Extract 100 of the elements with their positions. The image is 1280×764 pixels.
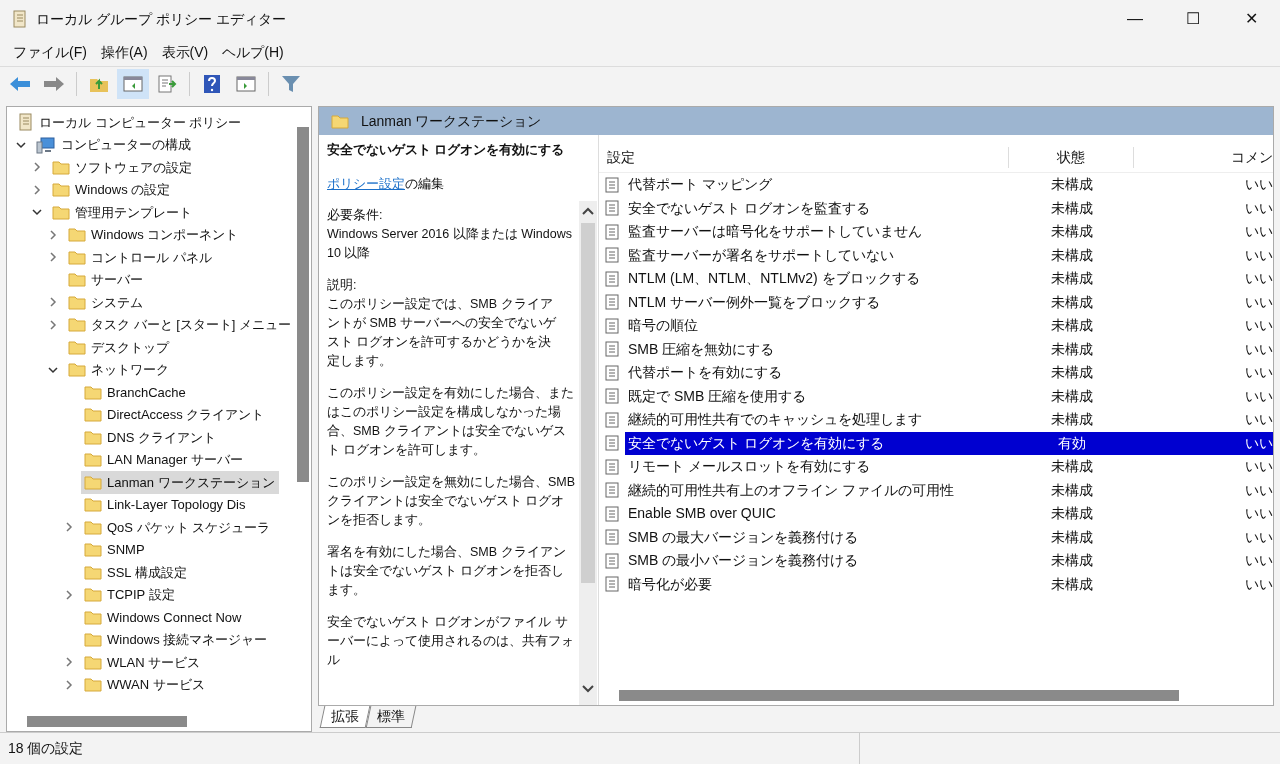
menu-item[interactable]: ヘルプ(H): [217, 41, 289, 63]
close-button[interactable]: ✕: [1222, 0, 1280, 38]
tree-item[interactable]: WWAN サービス: [81, 673, 209, 696]
policy-icon: [605, 341, 619, 358]
folder-icon: [84, 677, 102, 693]
column-header[interactable]: 状態: [1009, 147, 1134, 168]
table-row[interactable]: 既定で SMB 圧縮を使用する 未構成 いい: [625, 384, 1273, 408]
tree-item[interactable]: 管理用テンプレート: [49, 201, 196, 224]
table-cell-text: SMB の最大バージョンを義務付ける: [627, 527, 860, 547]
tree-item[interactable]: ソフトウェアの設定: [49, 156, 196, 179]
tree-item[interactable]: DNS クライアント: [81, 426, 221, 449]
scrollbar[interactable]: [27, 715, 187, 727]
tree-item[interactable]: サーバー: [65, 268, 147, 291]
column-header[interactable]: コメン: [1134, 147, 1273, 168]
tree-item[interactable]: コンピューターの構成: [33, 133, 195, 156]
policy-icon: [605, 317, 619, 334]
tree-item[interactable]: コントロール パネル: [65, 246, 216, 269]
pane-title: Lanman ワークステーション: [361, 111, 542, 131]
table-cell-text: 未構成: [1049, 504, 1094, 524]
table-row[interactable]: 監査サーバーが署名をサポートしていない 未構成 いい: [625, 243, 1273, 267]
menu-item[interactable]: 表示(V): [156, 41, 214, 63]
table-cell-text: 未構成: [1049, 410, 1094, 430]
table-row[interactable]: SMB 圧縮を無効にする 未構成 いい: [625, 337, 1273, 361]
tree-item[interactable]: DirectAccess クライアント: [81, 403, 269, 426]
scrollbar[interactable]: [581, 223, 595, 583]
policy-title: 安全でないゲスト ログオンを有効にする: [327, 141, 566, 159]
tree-item[interactable]: WLAN サービス: [81, 651, 205, 674]
table-cell-text: いい: [1244, 574, 1273, 594]
description-paragraph: このポリシー設定を無効にした場合、SMB クライアントは安全でないゲスト ログオンを拒否します。: [327, 474, 577, 530]
tree-item[interactable]: Windows の設定: [49, 178, 175, 201]
tree-item[interactable]: システム: [65, 291, 147, 314]
table-row[interactable]: 安全でないゲスト ログオンを監査する 未構成 いい: [625, 196, 1273, 220]
table-cell-text: 未構成: [1049, 339, 1094, 359]
tree-item[interactable]: BranchCache: [81, 381, 190, 404]
tree-item[interactable]: SNMP: [81, 538, 149, 561]
table-cell-text: NTLM サーバー例外一覧をブロックする: [627, 292, 881, 312]
folder-icon: [68, 317, 86, 333]
table-cell-text: 未構成: [1049, 457, 1094, 477]
table-cell-text: 既定で SMB 圧縮を使用する: [627, 386, 808, 406]
table-cell-text: 有効: [1056, 433, 1087, 453]
column-header[interactable]: 設定: [599, 147, 1009, 168]
table-cell-text: 継続的可用性共有でのキャッシュを処理します: [627, 410, 923, 430]
scrollbar[interactable]: [297, 127, 309, 482]
tree-item[interactable]: Link-Layer Topology Dis: [81, 493, 250, 516]
tree-item[interactable]: Windows Connect Now: [81, 606, 246, 629]
tree-item[interactable]: LAN Manager サーバー: [81, 448, 247, 471]
folder-icon: [84, 429, 102, 445]
table-cell-text: いい: [1244, 245, 1273, 265]
policy-icon: [605, 270, 619, 287]
table-row[interactable]: Enable SMB over QUIC 未構成 いい: [625, 502, 1273, 526]
table-cell-text: 代替ポートを有効にする: [627, 363, 783, 383]
tree-pane-icon[interactable]: [117, 68, 149, 99]
view-tab[interactable]: 標準: [365, 706, 417, 728]
minimize-button[interactable]: —: [1106, 0, 1164, 38]
policy-icon: [605, 364, 619, 381]
tree-item[interactable]: デスクトップ: [65, 336, 173, 359]
table-row[interactable]: NTLM (LM、NTLM、NTLMv2) をブロックする 未構成 いい: [625, 267, 1273, 291]
table-row[interactable]: 代替ポート マッピング 未構成 いい: [625, 173, 1273, 197]
tree-item[interactable]: Lanman ワークステーション: [81, 471, 279, 494]
tree-item[interactable]: SSL 構成設定: [81, 561, 191, 584]
table-row[interactable]: 代替ポートを有効にする 未構成 いい: [625, 361, 1273, 385]
table-row[interactable]: リモート メールスロットを有効にする 未構成 いい: [625, 455, 1273, 479]
table-cell-text: 継続的可用性共有上のオフライン ファイルの可用性: [627, 480, 955, 500]
scrollbar[interactable]: [619, 689, 1179, 701]
tree-item[interactable]: QoS パケット スケジューラ: [81, 516, 275, 539]
table-row[interactable]: SMB の最小バージョンを義務付ける 未構成 いい: [625, 549, 1273, 573]
maximize-button[interactable]: ☐: [1164, 0, 1222, 38]
table-cell-text: いい: [1244, 480, 1273, 500]
table-row[interactable]: 継続的可用性共有上のオフライン ファイルの可用性 未構成 いい: [625, 478, 1273, 502]
table-cell-text: 未構成: [1049, 222, 1094, 242]
folder-icon: [84, 474, 102, 490]
folder-icon: [52, 204, 70, 220]
tree-item[interactable]: Windows コンポーネント: [65, 223, 243, 246]
tree-item[interactable]: ネットワーク: [65, 358, 173, 381]
table-cell-text: SMB 圧縮を無効にする: [627, 339, 776, 359]
description-paragraph: 必要条件: Windows Server 2016 以降または Windows 10 以降: [327, 207, 573, 263]
table-row[interactable]: 継続的可用性共有でのキャッシュを処理します 未構成 いい: [625, 408, 1273, 432]
tree-item[interactable]: ローカル コンピューター ポリシー: [15, 111, 246, 134]
view-tab[interactable]: 拡張: [319, 706, 371, 728]
table-cell-text: 安全でないゲスト ログオンを有効にする: [627, 433, 885, 453]
table-row[interactable]: 監査サーバーは暗号化をサポートしていません 未構成 いい: [625, 220, 1273, 244]
table-cell-text: いい: [1244, 292, 1273, 312]
policy-icon: [605, 223, 619, 240]
folder-icon: [68, 362, 86, 378]
table-cell-text: 未構成: [1049, 551, 1094, 571]
table-row[interactable]: 暗号の順位 未構成 いい: [625, 314, 1273, 338]
menu-item[interactable]: ファイル(F): [8, 41, 92, 63]
folder-icon: [331, 113, 349, 129]
table-row[interactable]: SMB の最大バージョンを義務付ける 未構成 いい: [625, 525, 1273, 549]
table-row[interactable]: 暗号化が必要 未構成 いい: [625, 572, 1273, 596]
menu-item[interactable]: 操作(A): [95, 41, 153, 63]
tree-item[interactable]: TCPIP 設定: [81, 583, 179, 606]
table-cell-text: いい: [1244, 175, 1273, 195]
table-row[interactable]: 安全でないゲスト ログオンを有効にする 有効 いい: [625, 431, 1273, 455]
description-paragraph: このポリシー設定を有効にした場合、またはこのポリシー設定を構成しなかった場合、SMB クライアントは安全でないゲスト ログオンを許可します。: [327, 385, 575, 460]
description-paragraph: 説明: このポリシー設定では、SMB クライアントが SMB サーバーへの安全でないゲスト ログオンを許可するかどうかを決定します。: [327, 277, 558, 371]
policy-link[interactable]: ポリシー設定: [327, 175, 405, 191]
table-row[interactable]: NTLM サーバー例外一覧をブロックする 未構成 いい: [625, 290, 1273, 314]
tree-item[interactable]: タスク バーと [スタート] メニュー: [65, 313, 295, 336]
tree-item[interactable]: Windows 接続マネージャー: [81, 628, 272, 651]
